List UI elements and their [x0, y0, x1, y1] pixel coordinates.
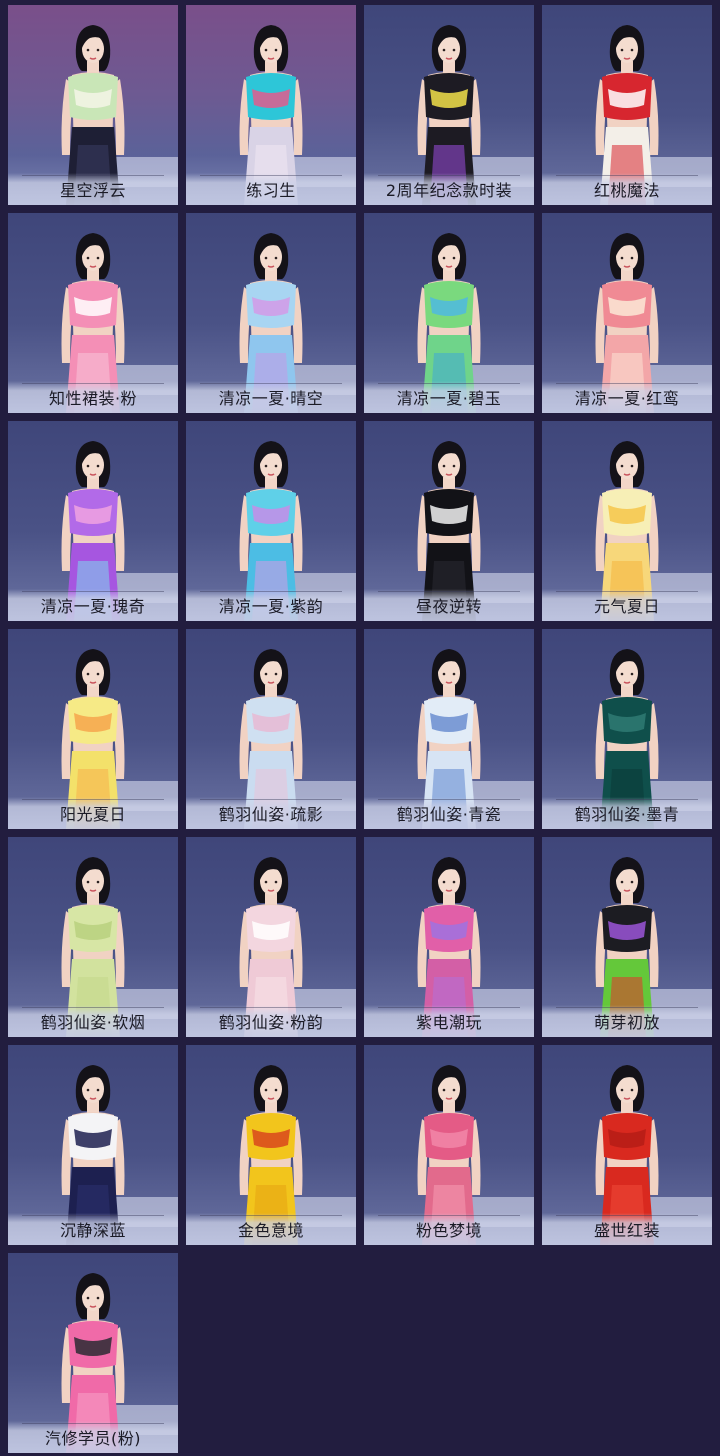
outfit-name: 汽修学员(粉)	[45, 1429, 141, 1448]
outfit-card[interactable]: 鹤羽仙姿·粉韵	[186, 837, 356, 1037]
outfit-card[interactable]: 萌芽初放	[542, 837, 712, 1037]
outfit-card[interactable]: 练习生	[186, 5, 356, 205]
outfit-name: 鹤羽仙姿·青瓷	[396, 805, 502, 824]
divider	[378, 591, 520, 592]
divider	[22, 799, 164, 800]
divider	[22, 1423, 164, 1424]
outfit-card[interactable]: 清凉一夏·红鸾	[542, 213, 712, 413]
outfit-name: 粉色梦境	[415, 1221, 482, 1240]
outfit-card[interactable]: 清凉一夏·晴空	[186, 213, 356, 413]
outfit-name: 练习生	[246, 181, 296, 200]
outfit-name: 萌芽初放	[593, 1013, 660, 1032]
outfit-name: 盛世红装	[593, 1221, 660, 1240]
outfit-name: 阳光夏日	[59, 805, 126, 824]
outfit-name: 元气夏日	[593, 597, 660, 616]
outfit-card[interactable]: 汽修学员(粉)	[8, 1253, 178, 1453]
outfit-card[interactable]: 紫电潮玩	[364, 837, 534, 1037]
outfit-card[interactable]: 盛世红装	[542, 1045, 712, 1245]
divider	[556, 591, 698, 592]
divider	[200, 591, 342, 592]
divider	[22, 591, 164, 592]
divider	[22, 383, 164, 384]
divider	[378, 1215, 520, 1216]
outfit-name: 沉静深蓝	[59, 1221, 126, 1240]
outfit-name: 星空浮云	[59, 181, 126, 200]
divider	[378, 383, 520, 384]
outfit-card[interactable]: 鹤羽仙姿·青瓷	[364, 629, 534, 829]
outfit-card[interactable]: 沉静深蓝	[8, 1045, 178, 1245]
outfit-card[interactable]: 鹤羽仙姿·软烟	[8, 837, 178, 1037]
outfit-card[interactable]: 红桃魔法	[542, 5, 712, 205]
divider	[200, 1007, 342, 1008]
divider	[200, 383, 342, 384]
outfit-card[interactable]: 星空浮云	[8, 5, 178, 205]
outfit-card[interactable]: 鹤羽仙姿·疏影	[186, 629, 356, 829]
outfit-name: 2周年纪念款时装	[385, 181, 513, 200]
outfit-name: 清凉一夏·碧玉	[396, 389, 502, 408]
outfit-name: 清凉一夏·晴空	[218, 389, 324, 408]
outfit-name: 鹤羽仙姿·墨青	[574, 805, 680, 824]
divider	[22, 1007, 164, 1008]
divider	[200, 1215, 342, 1216]
outfit-card[interactable]: 金色意境	[186, 1045, 356, 1245]
outfit-card[interactable]: 粉色梦境	[364, 1045, 534, 1245]
outfit-card[interactable]: 清凉一夏·瑰奇	[8, 421, 178, 621]
divider	[378, 1007, 520, 1008]
divider	[200, 175, 342, 176]
outfit-name: 紫电潮玩	[415, 1013, 482, 1032]
divider	[556, 175, 698, 176]
outfit-grid: 星空浮云 练习生 2周年纪念款时装 红桃魔法 知性裙装·粉 清凉一夏·晴空 清凉一夏·碧玉清…	[0, 0, 720, 1456]
divider	[378, 799, 520, 800]
divider	[556, 799, 698, 800]
divider	[556, 1007, 698, 1008]
outfit-card[interactable]: 清凉一夏·碧玉	[364, 213, 534, 413]
outfit-name: 清凉一夏·红鸾	[574, 389, 680, 408]
divider	[22, 175, 164, 176]
outfit-card[interactable]: 昼夜逆转	[364, 421, 534, 621]
outfit-name: 知性裙装·粉	[48, 389, 138, 408]
outfit-name: 鹤羽仙姿·软烟	[40, 1013, 146, 1032]
outfit-name: 清凉一夏·瑰奇	[40, 597, 146, 616]
outfit-card[interactable]: 阳光夏日	[8, 629, 178, 829]
outfit-card[interactable]: 清凉一夏·紫韵	[186, 421, 356, 621]
outfit-card[interactable]: 鹤羽仙姿·墨青	[542, 629, 712, 829]
divider	[556, 383, 698, 384]
outfit-name: 鹤羽仙姿·疏影	[218, 805, 324, 824]
outfit-card[interactable]: 2周年纪念款时装	[364, 5, 534, 205]
outfit-card[interactable]: 元气夏日	[542, 421, 712, 621]
outfit-name: 昼夜逆转	[415, 597, 482, 616]
divider	[22, 1215, 164, 1216]
outfit-name: 清凉一夏·紫韵	[218, 597, 324, 616]
divider	[200, 799, 342, 800]
outfit-name: 鹤羽仙姿·粉韵	[218, 1013, 324, 1032]
divider	[556, 1215, 698, 1216]
outfit-name: 金色意境	[237, 1221, 304, 1240]
outfit-name: 红桃魔法	[593, 181, 660, 200]
divider	[378, 175, 520, 176]
outfit-card[interactable]: 知性裙装·粉	[8, 213, 178, 413]
